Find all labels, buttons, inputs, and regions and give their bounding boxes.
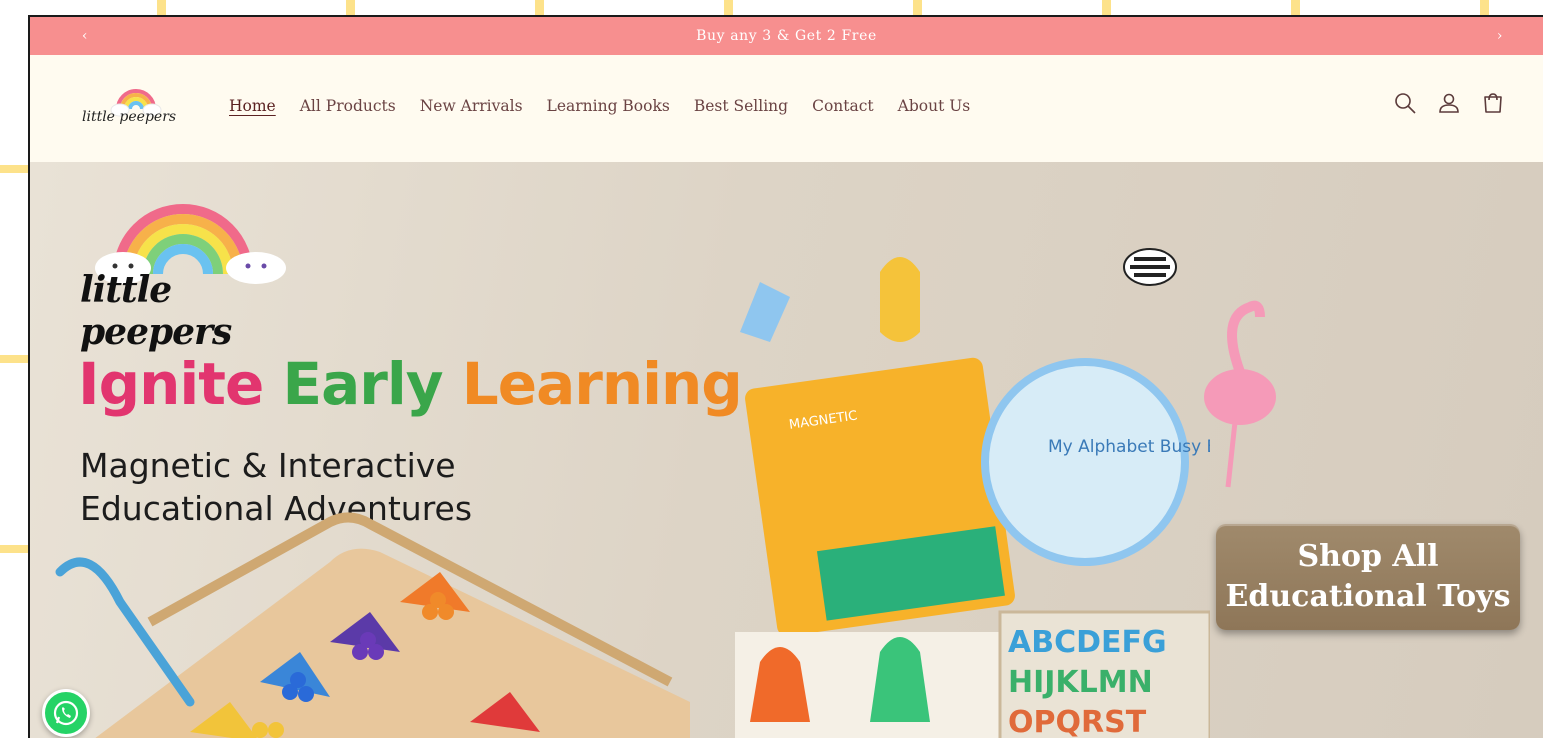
hero-title-part-2: Early [263, 350, 444, 418]
nav-about-us[interactable]: About Us [898, 97, 971, 115]
hero-brand-text: little peepers [80, 269, 232, 353]
hero-title-part-3: Learning [442, 350, 743, 418]
nav-learning-books[interactable]: Learning Books [547, 97, 670, 115]
alphabet-row-1: ABCDEFG [1008, 625, 1167, 660]
logo[interactable]: little peepers [80, 79, 190, 139]
hero-brand-logo: little peepers [78, 194, 298, 353]
announcement-text[interactable]: Buy any 3 & Get 2 Free [696, 28, 877, 44]
whatsapp-icon [53, 700, 79, 726]
hero-banner[interactable]: little peepers Ignite Early Learning Mag… [30, 162, 1543, 738]
search-icon[interactable] [1393, 91, 1417, 115]
nav-contact[interactable]: Contact [812, 97, 874, 115]
chevron-left-icon[interactable]: ‹ [70, 17, 100, 55]
alphabet-row-3: OPQRST [1008, 705, 1147, 738]
nav-best-selling[interactable]: Best Selling [694, 97, 788, 115]
nav-home[interactable]: Home [229, 97, 276, 115]
header-actions [1393, 91, 1505, 115]
shop-all-educational-toys-button[interactable]: Shop All Educational Toys [1216, 524, 1520, 630]
main-nav: Home All Products New Arrivals Learning … [229, 97, 970, 115]
browser-viewport: ‹ Buy any 3 & Get 2 Free › little peeper… [28, 15, 1543, 738]
magnetic-bead-board-image [55, 512, 690, 738]
announcement-bar: ‹ Buy any 3 & Get 2 Free › [30, 17, 1543, 55]
chevron-right-icon[interactable]: › [1485, 17, 1515, 55]
alphabet-row-2: HIJKLMN [1008, 665, 1153, 700]
cart-icon[interactable] [1481, 91, 1505, 115]
whatsapp-chat-button[interactable] [42, 689, 90, 737]
account-icon[interactable] [1437, 91, 1461, 115]
hero-subtitle-line-1: Magnetic & Interactive [80, 446, 456, 485]
shop-button-line-2: Educational Toys [1225, 579, 1511, 614]
hero-title-part-1: Ignite [78, 350, 264, 418]
logo-text: little peepers [82, 109, 177, 125]
nav-all-products[interactable]: All Products [300, 97, 396, 115]
site-header: little peepers Home All Products New Arr… [30, 55, 1543, 162]
shop-button-line-1: Shop All [1297, 539, 1439, 574]
animal-stickers-image [1123, 248, 1276, 488]
hero-title: Ignite Early Learning [78, 350, 743, 418]
nav-new-arrivals[interactable]: New Arrivals [420, 97, 523, 115]
